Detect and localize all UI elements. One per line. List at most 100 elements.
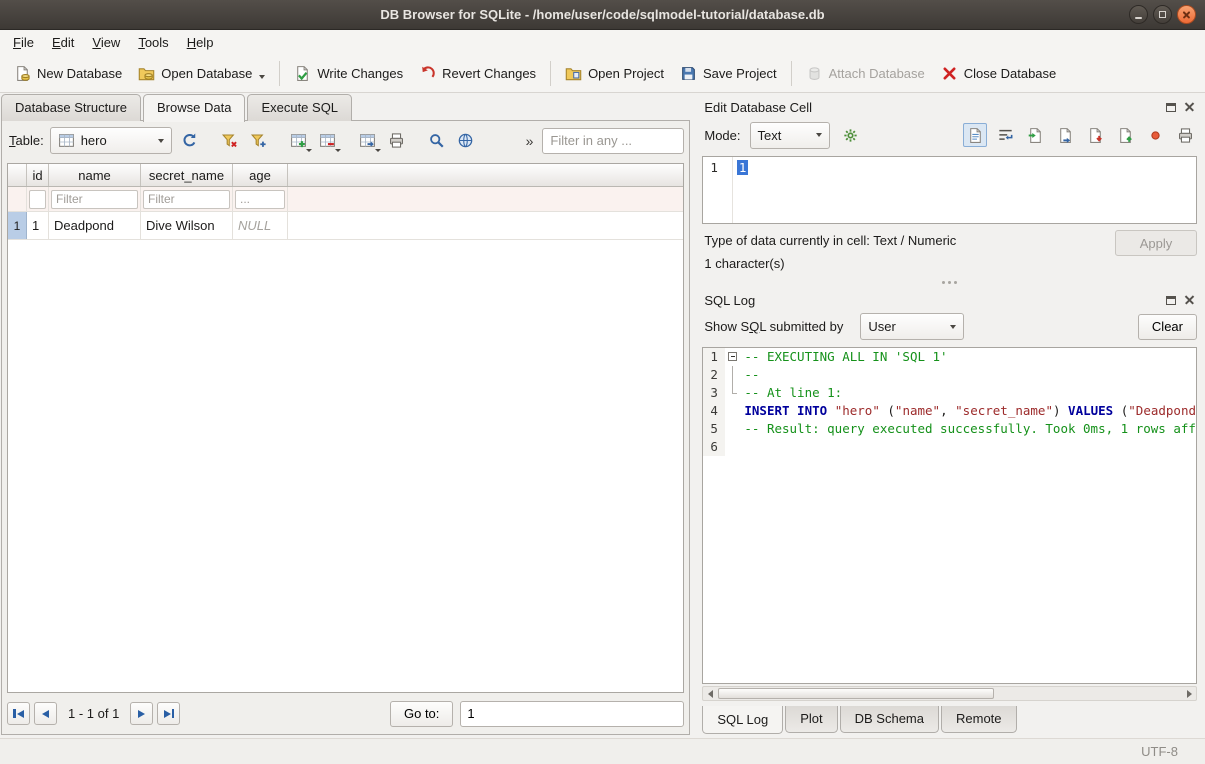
filter-any-input[interactable]: [542, 128, 684, 154]
cell-id[interactable]: 1: [27, 212, 49, 239]
mode-label: Mode:: [702, 128, 742, 143]
apply-button[interactable]: Apply: [1115, 230, 1197, 256]
filter-input-age[interactable]: [235, 190, 285, 209]
new-database-button[interactable]: New Database: [6, 60, 130, 87]
insert-record-button[interactable]: [285, 127, 312, 154]
save-project-button[interactable]: Save Project: [672, 60, 785, 87]
export-records-button[interactable]: [354, 127, 381, 154]
import-data-button[interactable]: [1083, 123, 1107, 147]
table-row[interactable]: 11DeadpondDive WilsonNULL: [8, 212, 683, 240]
sql-code: [742, 438, 744, 456]
save-as-file-button[interactable]: [1053, 123, 1077, 147]
maximize-icon[interactable]: [1153, 5, 1172, 24]
dock-tab-db-schema[interactable]: DB Schema: [840, 706, 939, 733]
clear-all-filters-button[interactable]: [216, 127, 243, 154]
scrollbar-thumb[interactable]: [718, 688, 994, 699]
toolbar-overflow-button[interactable]: »: [521, 131, 539, 151]
close-database-button[interactable]: Close Database: [933, 60, 1065, 87]
import-data-icon: [1087, 127, 1104, 144]
text-mode-button[interactable]: [963, 123, 987, 147]
open-file-button[interactable]: [1023, 123, 1047, 147]
chevron-down-icon: [306, 149, 312, 152]
print-cell-button[interactable]: [1173, 123, 1197, 147]
auto-format-button[interactable]: [837, 122, 864, 149]
scroll-left-icon[interactable]: [703, 687, 717, 700]
table-select[interactable]: hero: [50, 127, 172, 154]
print-records-icon: [388, 132, 405, 149]
prev-record-button[interactable]: [34, 702, 57, 725]
chevron-down-icon: [816, 133, 822, 137]
grid-corner[interactable]: [8, 164, 27, 186]
save-filter-preset-button[interactable]: [245, 127, 272, 154]
insert-record-icon: [290, 132, 307, 149]
clear-button[interactable]: Clear: [1138, 314, 1197, 340]
toolbar-button-label: Write Changes: [317, 66, 403, 81]
menu-tools[interactable]: Tools: [129, 32, 177, 53]
dock-tab-sql-log[interactable]: SQL Log: [702, 706, 783, 734]
tab-execute-sql[interactable]: Execute SQL: [247, 94, 352, 121]
table-encoding-icon: [457, 132, 474, 149]
goto-button[interactable]: Go to:: [390, 701, 453, 727]
float-dock-icon[interactable]: [1166, 296, 1176, 305]
float-dock-icon[interactable]: [1166, 103, 1176, 112]
column-header-id[interactable]: id: [27, 164, 49, 186]
first-record-button[interactable]: [7, 702, 30, 725]
mode-select[interactable]: Text: [750, 122, 830, 149]
row-number[interactable]: 1: [8, 212, 27, 239]
cell-secret_name[interactable]: Dive Wilson: [141, 212, 233, 239]
cell-name[interactable]: Deadpond: [49, 212, 141, 239]
export-data-button[interactable]: [1113, 123, 1137, 147]
close-dock-icon[interactable]: [1184, 102, 1195, 113]
column-header-secret_name[interactable]: secret_name: [141, 164, 233, 186]
tab-database-structure[interactable]: Database Structure: [1, 94, 141, 121]
dock-tab-plot[interactable]: Plot: [785, 706, 837, 733]
titlebar[interactable]: DB Browser for SQLite - /home/user/code/…: [0, 0, 1205, 30]
dock-tab-bar: SQL LogPlotDB SchemaRemote: [702, 706, 1197, 738]
menu-help[interactable]: Help: [178, 32, 223, 53]
sql-submitter-select[interactable]: User: [860, 313, 964, 340]
find-in-table-button[interactable]: [423, 127, 450, 154]
refresh-button[interactable]: [176, 127, 203, 154]
next-record-button[interactable]: [130, 702, 153, 725]
window-title: DB Browser for SQLite - /home/user/code/…: [380, 7, 824, 22]
fold-collapse-icon[interactable]: [725, 348, 742, 366]
column-header-age[interactable]: age: [233, 164, 288, 186]
sql-code: -- EXECUTING ALL IN 'SQL 1': [742, 348, 947, 366]
cell-editor-content[interactable]: 1: [737, 160, 748, 175]
scroll-right-icon[interactable]: [1182, 687, 1196, 700]
revert-changes-button[interactable]: Revert Changes: [411, 60, 544, 87]
print-records-button[interactable]: [383, 127, 410, 154]
attach-database-button[interactable]: Attach Database: [798, 60, 933, 87]
table-encoding-button[interactable]: [452, 127, 479, 154]
cell-age[interactable]: NULL: [233, 212, 288, 239]
last-record-button[interactable]: [157, 702, 180, 725]
print-cell-icon: [1177, 127, 1194, 144]
toolbar-button-label: New Database: [37, 66, 122, 81]
goto-input[interactable]: [460, 701, 684, 727]
open-project-button[interactable]: Open Project: [557, 60, 672, 87]
dock-resize-grip[interactable]: [702, 278, 1197, 288]
column-header-name[interactable]: name: [49, 164, 141, 186]
tab-browse-data[interactable]: Browse Data: [143, 94, 245, 122]
menu-file[interactable]: File: [4, 32, 43, 53]
word-wrap-button[interactable]: [993, 123, 1017, 147]
minimize-icon[interactable]: [1129, 5, 1148, 24]
filter-input-name[interactable]: [51, 190, 138, 209]
filter-input-secret_name[interactable]: [143, 190, 230, 209]
write-changes-button[interactable]: Write Changes: [286, 60, 411, 87]
menu-view[interactable]: View: [83, 32, 129, 53]
close-dock-icon[interactable]: [1184, 295, 1195, 306]
dock-tab-remote[interactable]: Remote: [941, 706, 1017, 733]
filter-input-id[interactable]: [29, 190, 46, 209]
sql-code: --: [742, 366, 759, 384]
menu-edit[interactable]: Edit: [43, 32, 83, 53]
save-as-file-icon: [1057, 127, 1074, 144]
sql-log-view[interactable]: 1-- EXECUTING ALL IN 'SQL 1'2--3-- At li…: [702, 347, 1197, 684]
delete-record-button[interactable]: [314, 127, 341, 154]
close-icon[interactable]: [1177, 5, 1196, 24]
set-null-button[interactable]: [1143, 123, 1167, 147]
horizontal-scrollbar[interactable]: [702, 686, 1197, 701]
open-database-button[interactable]: Open Database: [130, 60, 273, 87]
cell-editor[interactable]: 1 1: [702, 156, 1197, 224]
new-database-icon: [14, 65, 31, 82]
